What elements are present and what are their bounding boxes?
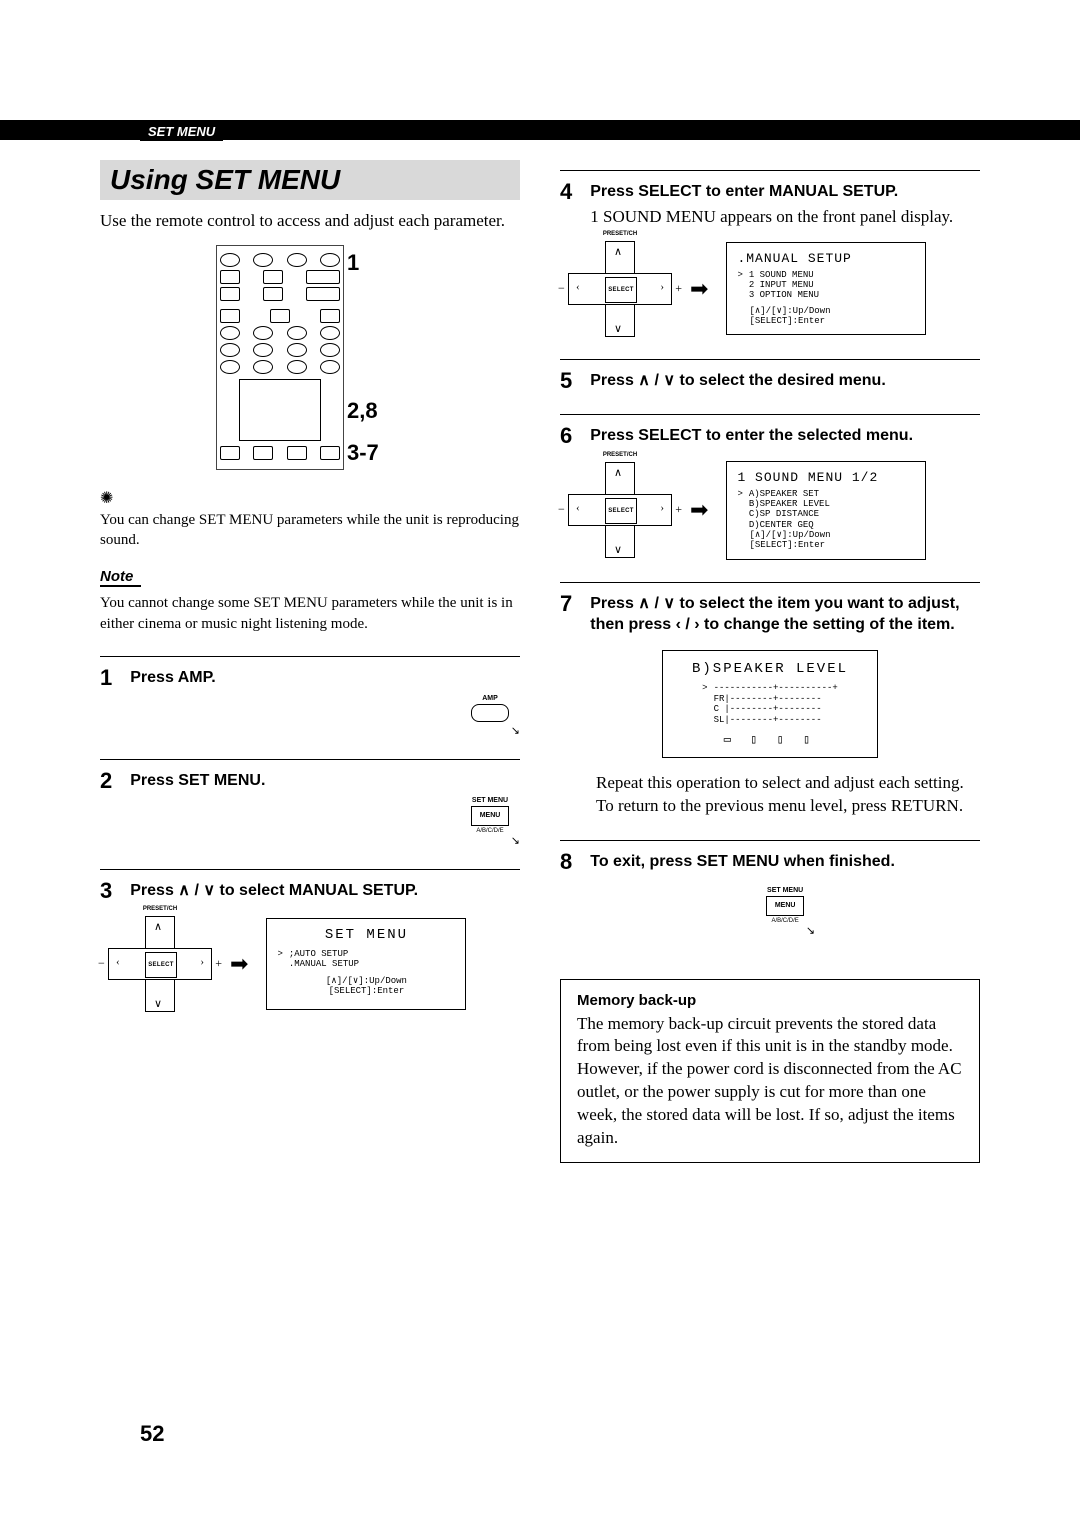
page-title: Using SET MENU bbox=[100, 160, 520, 200]
intro-text: Use the remote control to access and adj… bbox=[100, 210, 520, 233]
step-number: 3 bbox=[100, 880, 112, 902]
step-number: 4 bbox=[560, 181, 572, 203]
arrow-right-icon: ➡ bbox=[686, 462, 712, 558]
step-1: 1 Press AMP. AMP ↘ bbox=[100, 656, 520, 737]
tip-text: You can change SET MENU parameters while… bbox=[100, 510, 520, 551]
lcd-speaker-level: B)SPEAKER LEVEL > -----------+----------… bbox=[662, 650, 878, 758]
lcd-manual-setup: .MANUAL SETUP > 1 SOUND MENU 2 INPUT MEN… bbox=[726, 242, 926, 336]
manual-page: SET MENU Using SET MENU Use the remote c… bbox=[0, 0, 1080, 1527]
step-8: 8 To exit, press SET MENU when finished.… bbox=[560, 840, 980, 951]
note-text: You cannot change some SET MENU paramete… bbox=[100, 593, 520, 634]
step-after-text: Repeat this operation to select and adju… bbox=[596, 772, 980, 818]
step-3: 3 Press ∧ / ∨ to select MANUAL SETUP. PR… bbox=[100, 869, 520, 1012]
step-after-text: 1 SOUND MENU appears on the front panel … bbox=[590, 207, 980, 227]
dpad-icon: PRESET/CH SELECT ∧ ∨ ‹ › − + bbox=[568, 241, 672, 337]
page-number: 52 bbox=[140, 1421, 164, 1447]
arrow-right-icon: ➡ bbox=[226, 916, 252, 1012]
lcd-setmenu: SET MENU > ;AUTO SETUP .MANUAL SETUP [∧]… bbox=[266, 918, 466, 1010]
note-label: Note bbox=[100, 568, 141, 587]
step-heading: Press AMP. bbox=[130, 667, 520, 689]
step-number: 8 bbox=[560, 851, 572, 873]
step-number: 7 bbox=[560, 593, 572, 615]
step-6: 6 Press SELECT to enter the selected men… bbox=[560, 414, 980, 560]
step-heading: To exit, press SET MENU when finished. bbox=[590, 851, 980, 873]
step-heading: Press SELECT to enter MANUAL SETUP. bbox=[590, 181, 980, 203]
remote-drawing: 1 2,8 3-7 bbox=[216, 245, 344, 470]
step-7: 7 Press ∧ / ∨ to select the item you wan… bbox=[560, 582, 980, 818]
setmenu-button-icon: SET MENU MENU A/B/C/D/E ↘ bbox=[755, 887, 815, 937]
memory-text: The memory back-up circuit prevents the … bbox=[577, 1013, 963, 1151]
column-left: Using SET MENU Use the remote control to… bbox=[100, 160, 520, 1163]
memory-backup-box: Memory back-up The memory back-up circui… bbox=[560, 979, 980, 1164]
amp-button-icon: AMP ↘ bbox=[460, 695, 520, 737]
step-2: 2 Press SET MENU. SET MENU MENU A/B/C/D/… bbox=[100, 759, 520, 848]
section-tab: SET MENU bbox=[140, 122, 223, 141]
step-heading: Press ∧ / ∨ to select the desired menu. bbox=[590, 370, 980, 392]
step-5: 5 Press ∧ / ∨ to select the desired menu… bbox=[560, 359, 980, 392]
columns: Using SET MENU Use the remote control to… bbox=[100, 160, 980, 1163]
speaker-icons: ▭ ▯ ▯ ▯ bbox=[675, 732, 865, 747]
column-right: 4 Press SELECT to enter MANUAL SETUP. 1 … bbox=[560, 160, 980, 1163]
remote-dpad bbox=[239, 379, 321, 441]
dpad-icon: PRESET/CH SELECT ∧ ∨ ‹ › − + bbox=[568, 462, 672, 558]
step-heading: Press SELECT to enter the selected menu. bbox=[590, 425, 980, 447]
step-heading: Press ∧ / ∨ to select MANUAL SETUP. bbox=[130, 880, 520, 902]
callout-1: 1 bbox=[347, 250, 359, 276]
lcd-sound-menu: 1 SOUND MENU 1/2 > A)SPEAKER SET B)SPEAK… bbox=[726, 461, 926, 560]
step-number: 5 bbox=[560, 370, 572, 392]
memory-title: Memory back-up bbox=[577, 992, 963, 1009]
step-number: 2 bbox=[100, 770, 112, 792]
step-heading: Press ∧ / ∨ to select the item you want … bbox=[590, 593, 980, 636]
step-number: 6 bbox=[560, 425, 572, 447]
step-4: 4 Press SELECT to enter MANUAL SETUP. 1 … bbox=[560, 170, 980, 337]
setmenu-button-icon: SET MENU MENU A/B/C/D/E ↘ bbox=[460, 797, 520, 847]
tip-icon: ✺ bbox=[100, 488, 520, 508]
step-heading: Press SET MENU. bbox=[130, 770, 520, 792]
callout-2: 2,8 bbox=[347, 398, 378, 424]
callout-3: 3-7 bbox=[347, 440, 379, 466]
step-number: 1 bbox=[100, 667, 112, 689]
arrow-right-icon: ➡ bbox=[686, 241, 712, 337]
dpad-icon: PRESET/CH SELECT ∧ ∨ ‹ › − + bbox=[108, 916, 212, 1012]
